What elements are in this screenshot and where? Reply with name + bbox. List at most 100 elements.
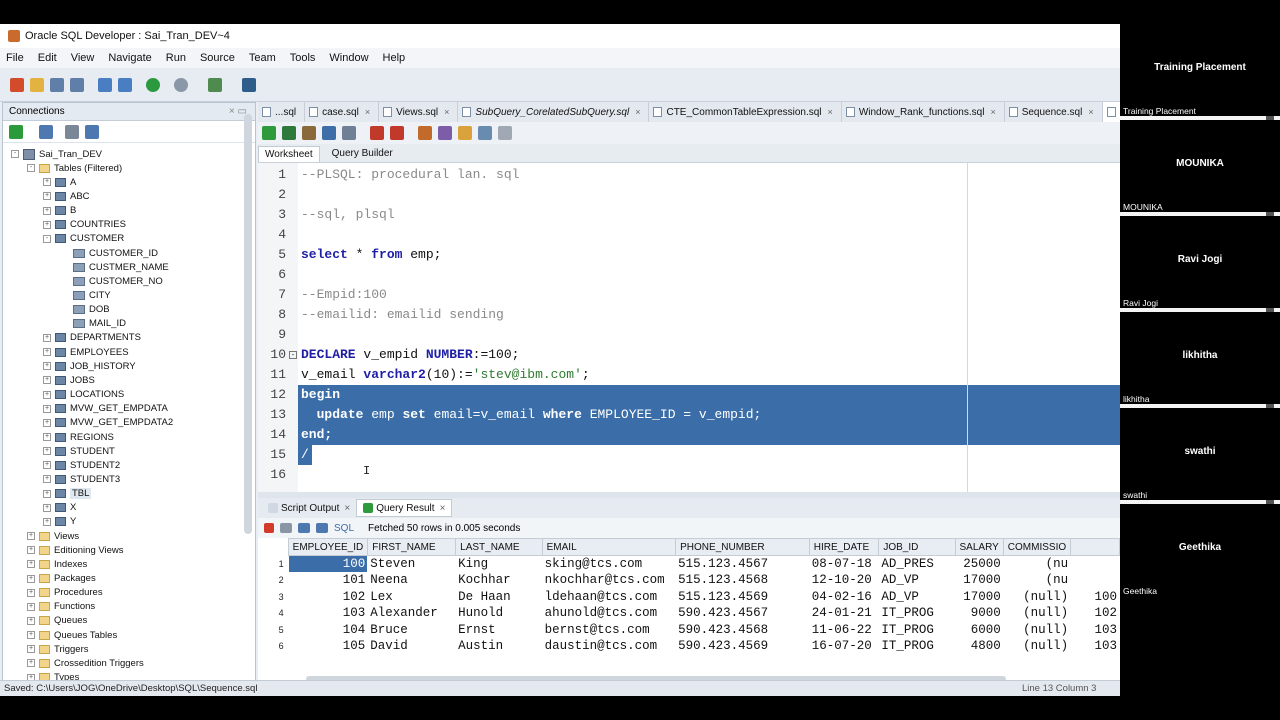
- forward-icon[interactable]: [174, 77, 188, 92]
- expand-icon[interactable]: +: [27, 645, 35, 654]
- close-icon[interactable]: ×: [990, 107, 995, 117]
- column-header[interactable]: FIRST_NAME: [367, 538, 457, 556]
- code-line[interactable]: select * from emp;: [301, 245, 441, 265]
- table-cell[interactable]: ldehaan@tcs.com: [542, 588, 677, 605]
- expand-icon[interactable]: +: [43, 461, 51, 470]
- tree-node[interactable]: + DEPARTMENTS: [43, 331, 141, 345]
- table-cell[interactable]: daustin@tcs.com: [542, 638, 677, 655]
- close-icon[interactable]: ×: [365, 107, 370, 117]
- add-connection-icon[interactable]: [9, 124, 23, 139]
- table-cell[interactable]: (null): [1003, 605, 1072, 622]
- table-cell[interactable]: 590.423.4568: [675, 621, 810, 638]
- tree-node[interactable]: + STUDENT3: [43, 472, 120, 486]
- table-cell[interactable]: 515.123.4567: [675, 555, 810, 572]
- pin-icon[interactable]: [264, 523, 274, 533]
- code-line[interactable]: end;: [301, 425, 332, 445]
- tree-node[interactable]: CUSTOMER_ID: [61, 246, 158, 260]
- table-cell[interactable]: Hunold: [455, 605, 543, 622]
- table-cell[interactable]: 5: [258, 621, 289, 638]
- editor-tab[interactable]: ...sql: [258, 102, 306, 122]
- sql-tuning-icon[interactable]: [342, 126, 356, 140]
- editor-tab[interactable]: Window_Rank_functions.sql ×: [842, 102, 1005, 122]
- table-cell[interactable]: IT_PROG: [878, 621, 956, 638]
- column-header[interactable]: JOB_ID: [878, 538, 956, 556]
- table-cell[interactable]: 100: [288, 555, 369, 572]
- table-cell[interactable]: [1070, 572, 1120, 589]
- expand-icon[interactable]: +: [27, 560, 35, 569]
- result-table[interactable]: EMPLOYEE_ID FIRST_NAME LAST_NAME EMAIL PHONE…: [258, 538, 1120, 655]
- table-cell[interactable]: 590.423.4567: [675, 605, 810, 622]
- menu-view[interactable]: View: [71, 52, 95, 64]
- table-row[interactable]: 1 100 Steven King sking@tcs.com 515.123.4567 0…: [258, 555, 1120, 572]
- commit-icon[interactable]: [370, 126, 384, 140]
- tree-node[interactable]: + Packages: [27, 572, 96, 586]
- expand-icon[interactable]: +: [27, 602, 35, 611]
- table-cell[interactable]: AD_VP: [878, 588, 956, 605]
- menu-edit[interactable]: Edit: [38, 52, 57, 64]
- table-cell[interactable]: Lex: [367, 588, 457, 605]
- table-cell[interactable]: 17000: [955, 572, 1004, 589]
- expand-icon[interactable]: +: [43, 390, 51, 399]
- table-cell[interactable]: 103: [1070, 638, 1120, 655]
- table-cell[interactable]: 102: [1070, 605, 1120, 622]
- redo-icon[interactable]: [118, 77, 132, 92]
- table-cell[interactable]: Neena: [367, 572, 457, 589]
- tree-node[interactable]: + Crossedition Triggers: [27, 656, 144, 670]
- table-cell[interactable]: 104: [288, 621, 369, 638]
- table-cell[interactable]: King: [455, 555, 543, 572]
- table-cell[interactable]: 16-07-20: [809, 638, 880, 655]
- table-cell[interactable]: 102: [288, 588, 369, 605]
- explain-plan-icon[interactable]: [322, 126, 336, 140]
- expand-icon[interactable]: +: [43, 348, 51, 357]
- tree-node[interactable]: + Queues Tables: [27, 628, 117, 642]
- collapse-icon[interactable]: -: [27, 164, 35, 173]
- sql-editor[interactable]: 1 2 3 4 5 6 7 8 9 10-11 12 13 14 15 16 --PLSQL: proced…: [258, 162, 1120, 493]
- tree-node[interactable]: + Triggers: [27, 642, 89, 656]
- back-icon[interactable]: [146, 77, 160, 92]
- run-statement-icon[interactable]: [262, 126, 276, 140]
- tree-node[interactable]: + LOCATIONS: [43, 388, 124, 402]
- table-cell[interactable]: Ernst: [455, 621, 543, 638]
- table-cell[interactable]: IT_PROG: [878, 605, 956, 622]
- code-line[interactable]: --Empid:100: [301, 285, 387, 305]
- table-cell[interactable]: 6000: [955, 621, 1004, 638]
- table-cell[interactable]: 24-01-21: [809, 605, 880, 622]
- column-header[interactable]: EMPLOYEE_ID: [287, 538, 369, 556]
- table-cell[interactable]: 2: [258, 572, 289, 589]
- table-cell[interactable]: 1: [258, 555, 289, 572]
- code-line[interactable]: update emp set email=v_email where EMPLO…: [301, 405, 762, 425]
- new-icon[interactable]: [10, 77, 24, 92]
- table-cell[interactable]: bernst@tcs.com: [542, 621, 677, 638]
- table-cell[interactable]: AD_PRES: [878, 555, 956, 572]
- table-cell[interactable]: 08-07-18: [809, 555, 880, 572]
- table-row[interactable]: 2 101 Neena Kochhar nkochhar@tcs.com 515.123.…: [258, 572, 1120, 589]
- expand-icon[interactable]: +: [27, 616, 35, 625]
- tab-query-result[interactable]: Query Result ×: [356, 499, 453, 517]
- expand-icon[interactable]: +: [27, 659, 35, 668]
- format-icon[interactable]: [498, 126, 512, 140]
- editor-tab[interactable]: SubQuery_CorelatedSubQuery.sql ×: [458, 102, 650, 122]
- table-cell[interactable]: 6: [258, 638, 289, 655]
- tree-node[interactable]: + Functions: [27, 600, 95, 614]
- binoculars-icon[interactable]: [242, 77, 256, 92]
- table-cell[interactable]: [1070, 555, 1120, 572]
- expand-icon[interactable]: +: [43, 376, 51, 385]
- table-cell[interactable]: (null): [1003, 588, 1072, 605]
- table-cell[interactable]: David: [367, 638, 457, 655]
- expand-icon[interactable]: +: [27, 574, 35, 583]
- table-cell[interactable]: 590.423.4569: [675, 638, 810, 655]
- table-cell[interactable]: (null): [1003, 621, 1072, 638]
- column-header[interactable]: LAST_NAME: [455, 538, 543, 556]
- expand-icon[interactable]: +: [43, 333, 51, 342]
- close-icon[interactable]: ×: [828, 107, 833, 117]
- tree-node[interactable]: + JOB_HISTORY: [43, 359, 136, 373]
- table-cell[interactable]: Alexander: [367, 605, 457, 622]
- column-header[interactable]: PHONE_NUMBER: [675, 538, 810, 556]
- tab-script-output[interactable]: Script Output ×: [262, 499, 356, 517]
- editor-tab[interactable]: Sequence.sql ×: [1005, 102, 1103, 122]
- undo-icon[interactable]: [98, 77, 112, 92]
- close-icon[interactable]: ×: [440, 503, 446, 514]
- refresh-icon[interactable]: [39, 124, 53, 139]
- to-upper-icon[interactable]: [438, 126, 452, 140]
- table-cell[interactable]: (nu: [1003, 572, 1072, 589]
